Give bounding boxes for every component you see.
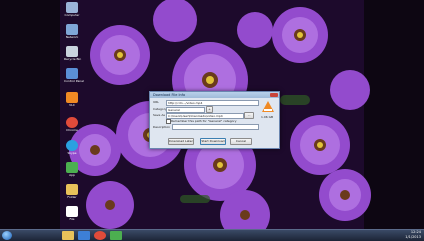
description-field[interactable] (172, 124, 259, 130)
cancel-button[interactable]: Cancel (230, 138, 252, 145)
clock-date: 1/1/2013 (405, 235, 421, 239)
desktop-icon-label: VLC (69, 103, 75, 107)
dialog-title: Download File Info (153, 93, 186, 97)
vlc-file-type-icon (262, 101, 274, 112)
description-label: Description (153, 125, 171, 129)
taskbar-item-explorer[interactable] (62, 231, 74, 240)
tray-clock[interactable]: 12:24 1/1/2013 (405, 230, 421, 240)
taskbar-item-idm[interactable] (110, 231, 122, 240)
desktop-icon-network[interactable]: Network (64, 24, 80, 40)
save-as-label: Save As (153, 113, 165, 117)
desktop-icon-file[interactable]: File (64, 206, 80, 222)
skype-icon (66, 140, 78, 151)
desktop-icon-computer[interactable]: Computer (64, 2, 80, 18)
desktop-icon-vlc[interactable]: VLC (64, 92, 80, 108)
browse-button[interactable]: ... (244, 112, 254, 119)
network-icon (66, 24, 78, 35)
remember-path-label: Remember this path for "General" categor… (171, 119, 237, 123)
download-later-button[interactable]: Download Later (168, 138, 194, 145)
url-field[interactable]: http://cdn.../video.mp4 (166, 100, 259, 106)
desktop-icon-label: Folder (67, 195, 77, 199)
desktop-icon-app[interactable]: App (64, 162, 80, 178)
taskbar: 12:24 1/1/2013 (0, 229, 424, 241)
chrome-icon (66, 117, 78, 128)
dialog-title-bar[interactable]: Download File Info (150, 92, 279, 98)
taskbar-item-chrome[interactable] (94, 231, 106, 240)
add-category-button[interactable]: + (206, 106, 213, 113)
desktop-icon-label: Chrome (66, 128, 78, 132)
desktop-icon-label: Network (65, 35, 79, 39)
file-icon (66, 206, 78, 217)
recycle-bin-icon (66, 46, 78, 57)
desktop-icon-label: App (69, 173, 75, 177)
desktop-icon-label: Control Panel (64, 79, 84, 83)
screen: Computer Network Recycle Bin Control Pan… (0, 0, 424, 241)
desktop-icon-label: Recycle Bin (64, 57, 82, 61)
desktop-icon-chrome[interactable]: Chrome (64, 117, 80, 133)
control-panel-icon (66, 68, 78, 79)
desktop-icon-recycle-bin[interactable]: Recycle Bin (64, 46, 82, 62)
taskbar-item-media[interactable] (78, 231, 90, 240)
file-size: 1.06 GB (261, 115, 274, 119)
computer-icon (66, 2, 78, 13)
category-label: Category (153, 107, 167, 111)
desktop-icon-label: File (69, 217, 75, 221)
desktop-icon-skype[interactable]: Skype (64, 140, 80, 156)
close-icon[interactable] (270, 93, 278, 97)
desktop-icon-label: Skype (67, 151, 77, 155)
start-download-button[interactable]: Start Download (200, 138, 226, 145)
app-icon (66, 162, 78, 173)
vlc-icon (66, 92, 78, 103)
desktop-icon-folder[interactable]: Folder (64, 184, 80, 200)
desktop-icon-control-panel[interactable]: Control Panel (64, 68, 84, 84)
desktop-icon-label: Computer (64, 13, 80, 17)
url-label: URL (153, 100, 159, 104)
start-button[interactable] (2, 231, 12, 240)
folder-icon (66, 184, 78, 195)
download-file-info-dialog: Download File Info URL http://cdn.../vid… (149, 91, 280, 149)
